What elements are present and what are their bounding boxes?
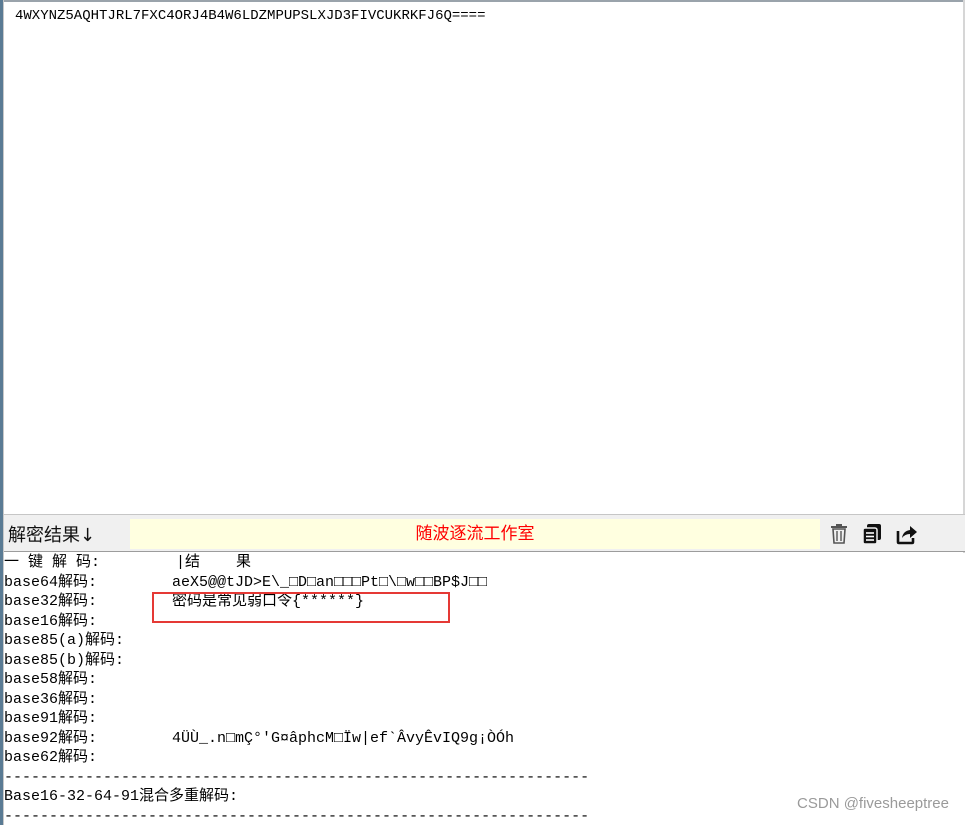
window-top-border [0, 0, 965, 2]
result-row-base58: base58解码: [4, 670, 965, 690]
clear-button[interactable] [826, 521, 852, 547]
result-row-base64: base64解码: aeX5@@tJD>E\_□D□an□□□Pt□\□w□□B… [4, 573, 965, 593]
result-row-base36: base36解码: [4, 690, 965, 710]
decoder-label: base85(b)解码: [4, 651, 125, 669]
decoder-label: base36解码: [4, 690, 98, 708]
csdn-watermark: CSDN @fivesheeptree [797, 795, 949, 812]
app-window: 解密结果↓ 随波逐流工作室 [0, 0, 965, 825]
result-row-base16: base16解码: [4, 612, 965, 632]
copy-icon [861, 523, 883, 545]
result-row-base85a: base85(a)解码: [4, 631, 965, 651]
share-icon [895, 523, 919, 545]
decoder-label: base91解码: [4, 710, 98, 727]
decoder-label: base58解码: [4, 671, 98, 688]
trash-icon [829, 523, 849, 545]
result-row-base91: base91解码: [4, 709, 965, 729]
one-click-decode-label: 一 键 解 码: [4, 554, 101, 571]
decoder-value: aeX5@@tJD>E\_□D□an□□□Pt□\□w□□BP$J□□ [172, 573, 488, 591]
decrypt-result-label: 解密结果↓ [8, 525, 96, 546]
divider-line: ----------------------------------------… [4, 768, 590, 786]
decoder-label: base16解码: [4, 612, 98, 630]
result-output[interactable]: 一 键 解 码: |结 果 base64解码: aeX5@@tJD>E\_□D□… [4, 553, 965, 825]
result-row-base32: base32解码: 密码是常见弱口令{******} [4, 592, 965, 612]
export-button[interactable] [894, 521, 920, 547]
copy-button[interactable] [859, 521, 885, 547]
decoder-label: base62解码: [4, 749, 98, 766]
decoder-value: 密码是常见弱口令{******} [172, 593, 365, 610]
cipher-input[interactable] [5, 3, 960, 513]
result-row-base62: base62解码: [4, 748, 965, 768]
decoder-label: base64解码: [4, 573, 98, 591]
result-header-row: 一 键 解 码: |结 果 [4, 553, 965, 573]
studio-banner: 随波逐流工作室 [130, 519, 820, 549]
result-row-base85b: base85(b)解码: [4, 651, 965, 671]
result-column-label: |结 果 [176, 554, 252, 571]
decoder-label: base92解码: [4, 729, 98, 747]
result-toolbar: 解密结果↓ 随波逐流工作室 [4, 514, 965, 552]
decoder-label: base85(a)解码: [4, 632, 125, 649]
result-row-base92: base92解码: 4ÜÙ_.n□mÇ°'G¤âphcM□Ïw|ef`ÂvyÊv… [4, 729, 965, 749]
decoder-label: base32解码: [4, 593, 98, 610]
decoder-value: 4ÜÙ_.n□mÇ°'G¤âphcM□Ïw|ef`ÂvyÊvIQ9g¡ÒÓh [172, 729, 515, 747]
